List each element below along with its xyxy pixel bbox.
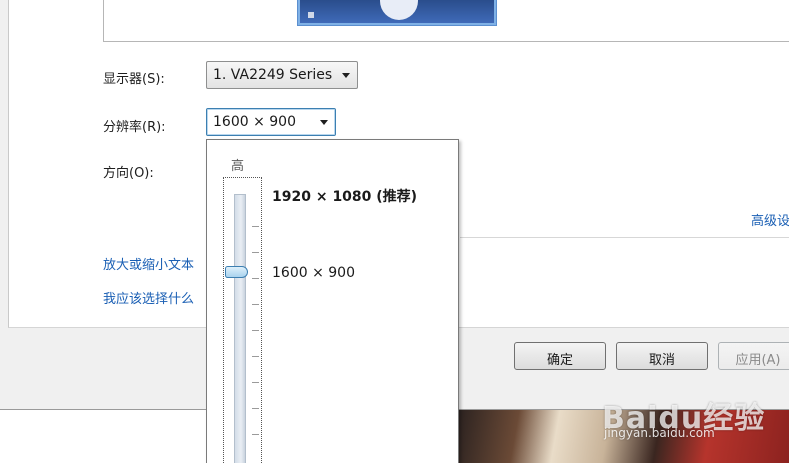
slider-tick: [252, 304, 259, 305]
resolution-label: 分辨率(R):: [103, 120, 166, 135]
baidu-watermark-url: jingyan.baidu.com: [604, 426, 715, 440]
monitor-number-badge: [380, 0, 418, 20]
resolution-option-recommended[interactable]: 1920 × 1080 (推荐): [272, 186, 417, 206]
apply-button[interactable]: 应用(A): [718, 342, 789, 370]
slider-tick: [252, 382, 259, 383]
monitor-icon[interactable]: [298, 0, 496, 25]
resolution-option-selected[interactable]: 1600 × 900: [272, 265, 355, 281]
slider-tick: [252, 278, 259, 279]
display-select-value: 1. VA2249 Series: [213, 67, 333, 83]
chevron-down-icon: [320, 120, 328, 125]
slider-high-label: 高: [231, 159, 245, 174]
which-settings-link[interactable]: 我应该选择什么: [103, 288, 194, 307]
slider-tick: [252, 408, 259, 409]
slider-tick: [252, 226, 259, 227]
text-size-link[interactable]: 放大或缩小文本: [103, 254, 194, 273]
section-divider: [460, 237, 789, 238]
slider-tick: [252, 356, 259, 357]
chevron-down-icon: [342, 73, 350, 78]
display-label: 显示器(S):: [103, 72, 165, 87]
monitor-taskbar-icon: [308, 12, 314, 18]
display-select[interactable]: 1. VA2249 Series: [206, 61, 358, 89]
slider-tick: [252, 252, 259, 253]
advanced-settings-link[interactable]: 高级设: [751, 210, 789, 229]
orientation-label: 方向(O):: [103, 166, 154, 181]
resolution-slider-thumb[interactable]: [225, 266, 248, 278]
resolution-select[interactable]: 1600 × 900: [206, 108, 336, 136]
resolution-select-value: 1600 × 900: [213, 114, 296, 130]
ok-button[interactable]: 确定: [514, 342, 606, 370]
resolution-dropdown-popup: 高 1920 × 1080 (推荐) 1600 × 900: [206, 139, 459, 463]
slider-tick: [252, 434, 259, 435]
cancel-button[interactable]: 取消: [616, 342, 708, 370]
resolution-slider-track[interactable]: [234, 194, 246, 463]
slider-tick: [252, 330, 259, 331]
